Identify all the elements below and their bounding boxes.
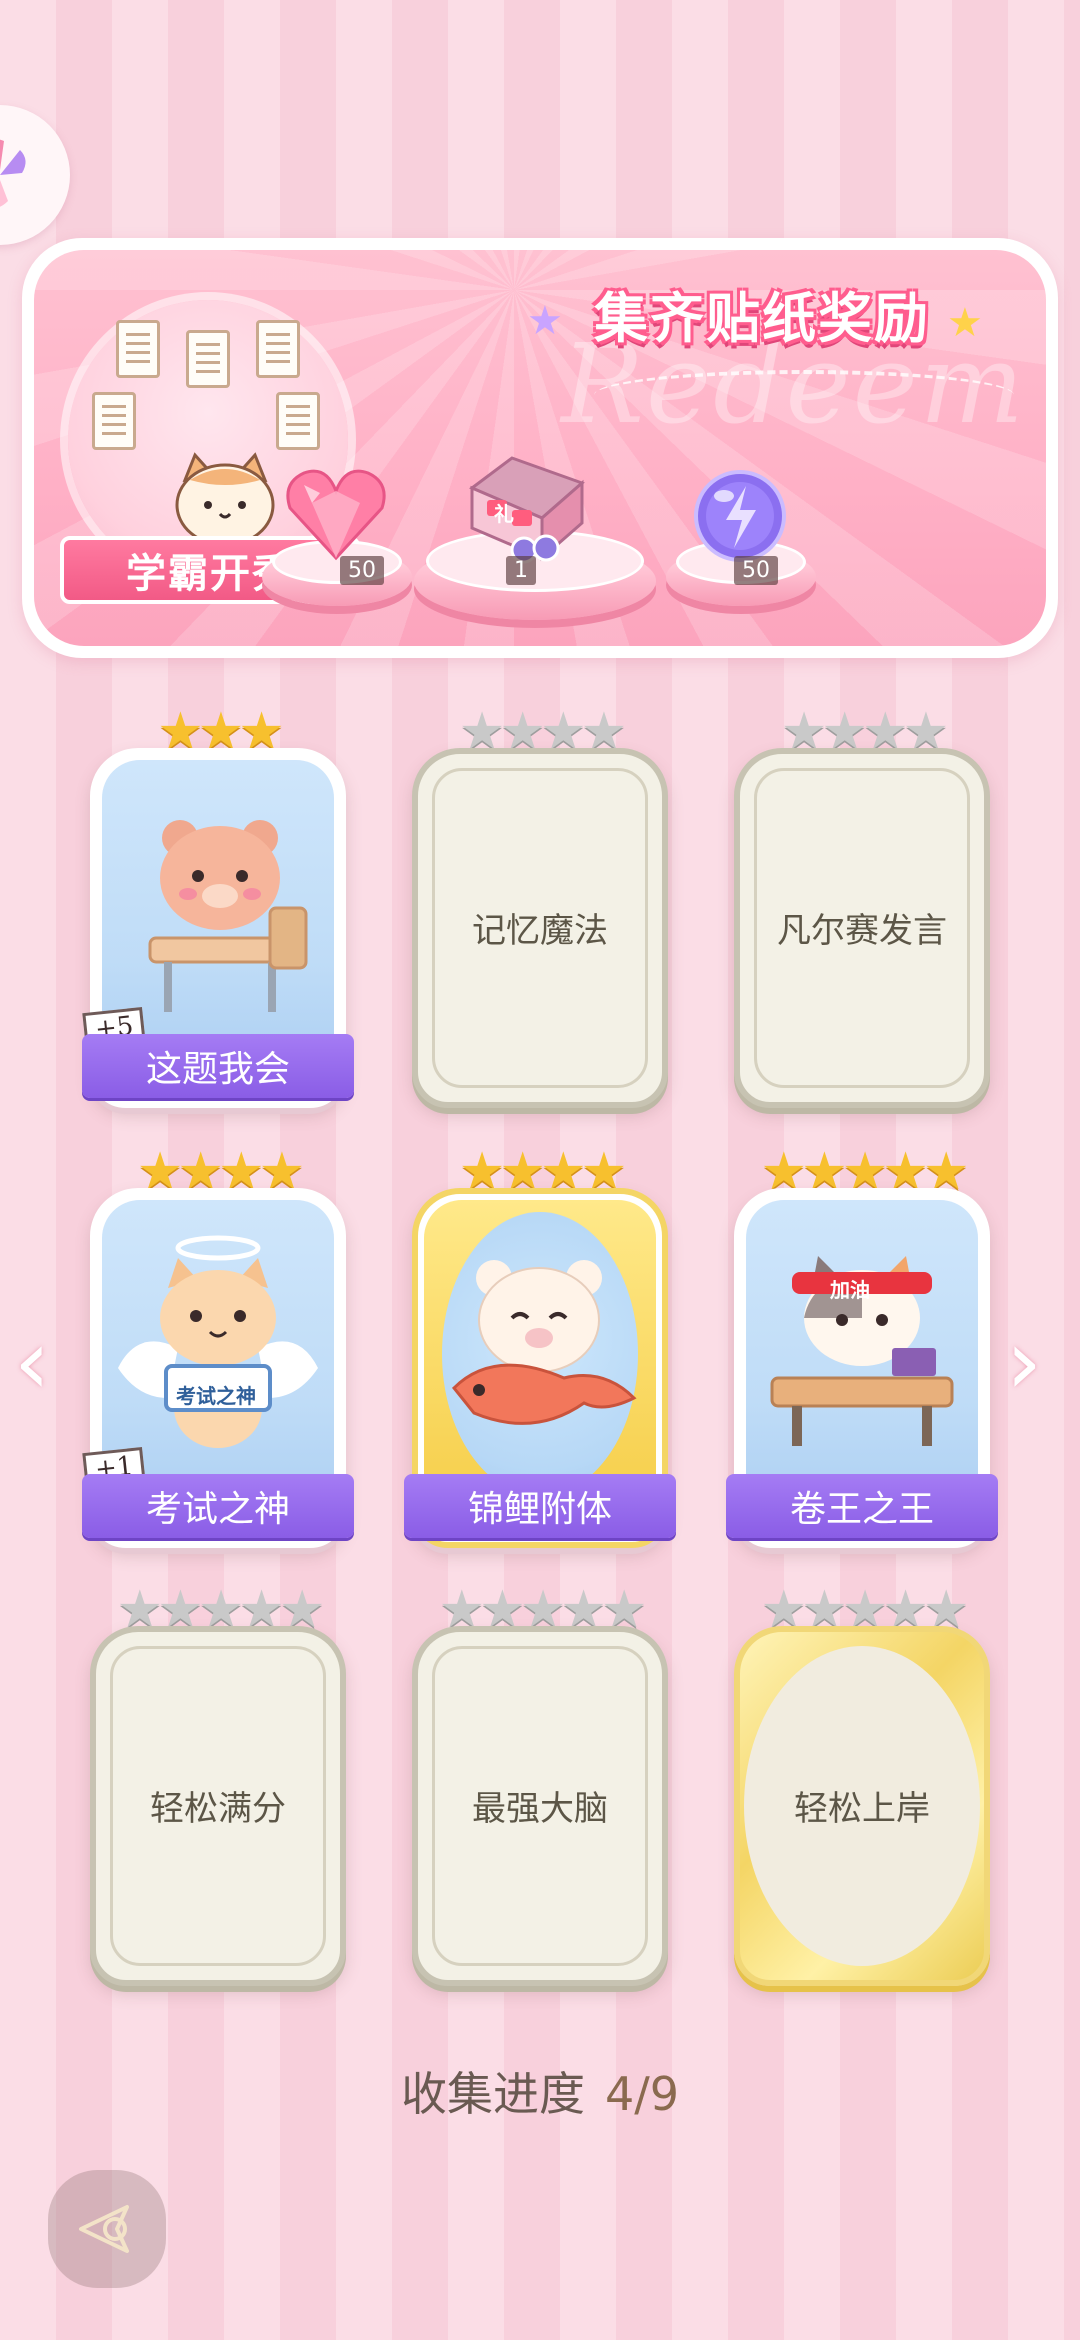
star-icon: ★	[527, 298, 563, 344]
back-button[interactable]	[48, 2170, 166, 2288]
sticker-name: 轻松满分	[150, 1789, 286, 1829]
reward-count: 50	[340, 556, 384, 585]
prev-page-arrow[interactable]: ‹	[14, 1310, 50, 1415]
progress-label: 收集进度	[400, 2067, 585, 2121]
reward-count: 50	[734, 556, 778, 585]
sticker-name: 凡尔赛发言	[777, 911, 947, 951]
sticker-name: 锦鲤附体	[467, 1489, 612, 1530]
reward-banner: Redeem ★ ★ 集齐贴纸奖励 学霸开秀 50 礼 1 50	[22, 238, 1058, 658]
next-page-arrow[interactable]: ›	[1006, 1310, 1042, 1415]
sticker-card[interactable]: ★★★★★ 加油 卷王之王	[726, 1146, 998, 1548]
sticker-name-ribbon: 锦鲤附体	[404, 1474, 676, 1538]
cat-studying-illustration	[770, 1256, 954, 1446]
progress-value: 4/9	[604, 2067, 680, 2121]
angel-cat-illustration	[118, 1235, 318, 1448]
reward-count: 1	[506, 556, 536, 585]
sticker-name: 轻松上岸	[794, 1789, 930, 1829]
purple-energy-orb-icon[interactable]	[692, 468, 788, 564]
sticker-card[interactable]: ★★★ +5 这题我会	[82, 706, 354, 1108]
cat-mascot-icon	[175, 452, 275, 547]
sticker-card[interactable]: ★★★★★ 轻松满分	[90, 1584, 346, 1986]
sticker-card[interactable]: ★★★★ 凡尔赛发言	[734, 706, 990, 1108]
fan-menu-button[interactable]	[0, 105, 70, 245]
banner-title: 集齐贴纸奖励	[594, 287, 930, 350]
sticker-name: 最强大脑	[472, 1789, 608, 1829]
back-arrow-icon	[79, 2205, 129, 2253]
gift-box-text: 礼	[494, 502, 514, 526]
bear-at-desk-illustration	[148, 820, 308, 1012]
sticker-card[interactable]: ★★★★★ 轻松上岸	[734, 1584, 990, 1986]
sticker-name: 卷王之王	[789, 1489, 934, 1530]
sticker-name: 考试之神	[145, 1489, 290, 1530]
sticker-card[interactable]: ★★★★ 锦鲤附体	[404, 1146, 676, 1548]
pink-diamond-heart-icon[interactable]	[282, 463, 390, 563]
sign-text: 考试之神	[176, 1384, 256, 1408]
bear-with-koi-illustration	[451, 1260, 637, 1425]
sticker-name: 记忆魔法	[472, 911, 608, 951]
fan-icon	[0, 139, 26, 207]
sticker-name-ribbon: 考试之神	[82, 1474, 354, 1538]
collection-progress: 收集进度 4/9	[0, 2058, 1080, 2124]
sticker-card[interactable]: ★★★★ 记忆魔法	[412, 706, 668, 1108]
sticker-name: 这题我会	[145, 1049, 290, 1090]
sticker-card[interactable]: ★★★★ 考试之神 +1 考试之神	[82, 1146, 354, 1548]
sticker-name-ribbon: 这题我会	[82, 1034, 354, 1098]
sticker-card[interactable]: ★★★★★ 最强大脑	[412, 1584, 668, 1986]
headband-text: 加油	[830, 1278, 870, 1302]
sticker-name-ribbon: 卷王之王	[726, 1474, 998, 1538]
